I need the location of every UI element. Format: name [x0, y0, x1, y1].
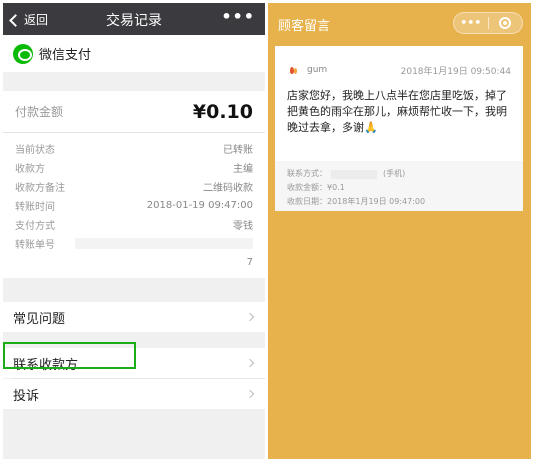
detail-row: 支付方式 零钱 — [15, 215, 253, 234]
detail-row: 转账单号 — [15, 234, 253, 253]
amount-row: 付款金额 ¥0.10 — [3, 91, 265, 133]
payment-provider-name: 微信支付 — [39, 48, 92, 63]
detail-label: 收款方备注 — [15, 183, 65, 194]
redacted-transfer-number — [75, 238, 253, 249]
menu-faq[interactable]: 常见问题 — [3, 302, 265, 332]
amount-row: 收款金额：¥0.1 — [287, 183, 345, 192]
menu-complain[interactable]: 投诉 — [3, 379, 265, 409]
amount-value: ¥0.10 — [192, 100, 253, 123]
contact-suffix: (手机) — [383, 169, 406, 178]
close-circle-icon — [499, 17, 512, 29]
highlight-box — [3, 342, 136, 369]
detail-label: 支付方式 — [15, 221, 55, 232]
contact-row: 联系方式： (手机) — [287, 167, 511, 181]
detail-label: 当前状态 — [15, 145, 55, 156]
menu-faq-label: 常见问题 — [13, 311, 66, 327]
payment-provider-bar: 微信支付 — [3, 35, 265, 72]
detail-label: 转账时间 — [15, 202, 55, 213]
detail-row: 收款方备注 二维码收款 — [15, 177, 253, 196]
date-row: 收款日期：2018年1月19日 09:47:00 — [287, 197, 426, 206]
detail-value: 已转账 — [223, 145, 253, 156]
detail-label: 转账单号 — [15, 240, 55, 251]
close-button[interactable] — [488, 17, 522, 29]
customer-message-screen: 顾客留言 ••• gum 2018年1月19日 09:50:44 店家您好，我晚… — [268, 3, 531, 459]
message-time: 2018年1月19日 09:50:44 — [400, 66, 511, 77]
menu-complain-label: 投诉 — [13, 388, 40, 404]
message-meta: 联系方式： (手机) 收款金额：¥0.1 收款日期：2018年1月19日 09:… — [275, 161, 523, 211]
detail-row: 转账时间 2018-01-19 09:47:00 — [15, 196, 253, 215]
detail-row: 当前状态 已转账 — [15, 139, 253, 158]
detail-value: 主编 — [233, 164, 253, 175]
detail-label: 收款方 — [15, 164, 45, 175]
chevron-right-icon — [245, 358, 255, 368]
avatar — [289, 65, 299, 75]
message-user: gum — [289, 65, 327, 75]
message-card: gum 2018年1月19日 09:50:44 店家您好，我晚上八点半在您店里吃… — [275, 46, 523, 211]
nav-bar: 返回 交易记录 ••• — [3, 3, 265, 35]
transaction-record-screen: 返回 交易记录 ••• 微信支付 付款金额 ¥0.10 当前状态 已转账 收款方… — [3, 3, 265, 459]
detail-value: 2018-01-19 09:47:00 — [146, 200, 253, 211]
detail-value: 二维码收款 — [203, 183, 253, 194]
detail-value: 零钱 — [233, 221, 253, 232]
chevron-right-icon — [245, 312, 255, 322]
detail-row: 收款方 主编 — [15, 158, 253, 177]
redacted-phone — [331, 169, 377, 179]
page-title: 顾客留言 — [278, 19, 331, 34]
transfer-number-tail: 7 — [246, 257, 253, 268]
nav-bar: 顾客留言 ••• — [268, 3, 531, 39]
more-button[interactable]: ••• — [454, 12, 488, 34]
chevron-right-icon — [245, 389, 255, 399]
message-header: gum 2018年1月19日 09:50:44 — [275, 60, 523, 80]
message-text: 店家您好，我晚上八点半在您店里吃饭，掉了把黄色的雨伞在那儿，麻烦帮忙收一下，我明… — [287, 89, 507, 134]
transaction-card: 付款金额 ¥0.10 当前状态 已转账 收款方 主编 收款方备注 二维码收款 转… — [3, 91, 265, 278]
user-name: gum — [307, 65, 328, 75]
amount-label: 付款金额 — [15, 105, 64, 119]
wechat-pay-icon — [13, 43, 33, 64]
mini-program-capsule: ••• — [453, 12, 523, 34]
contact-label: 联系方式： — [287, 169, 327, 178]
transaction-details: 当前状态 已转账 收款方 主编 收款方备注 二维码收款 转账时间 2018-01… — [3, 133, 265, 278]
more-button[interactable]: ••• — [221, 7, 255, 26]
